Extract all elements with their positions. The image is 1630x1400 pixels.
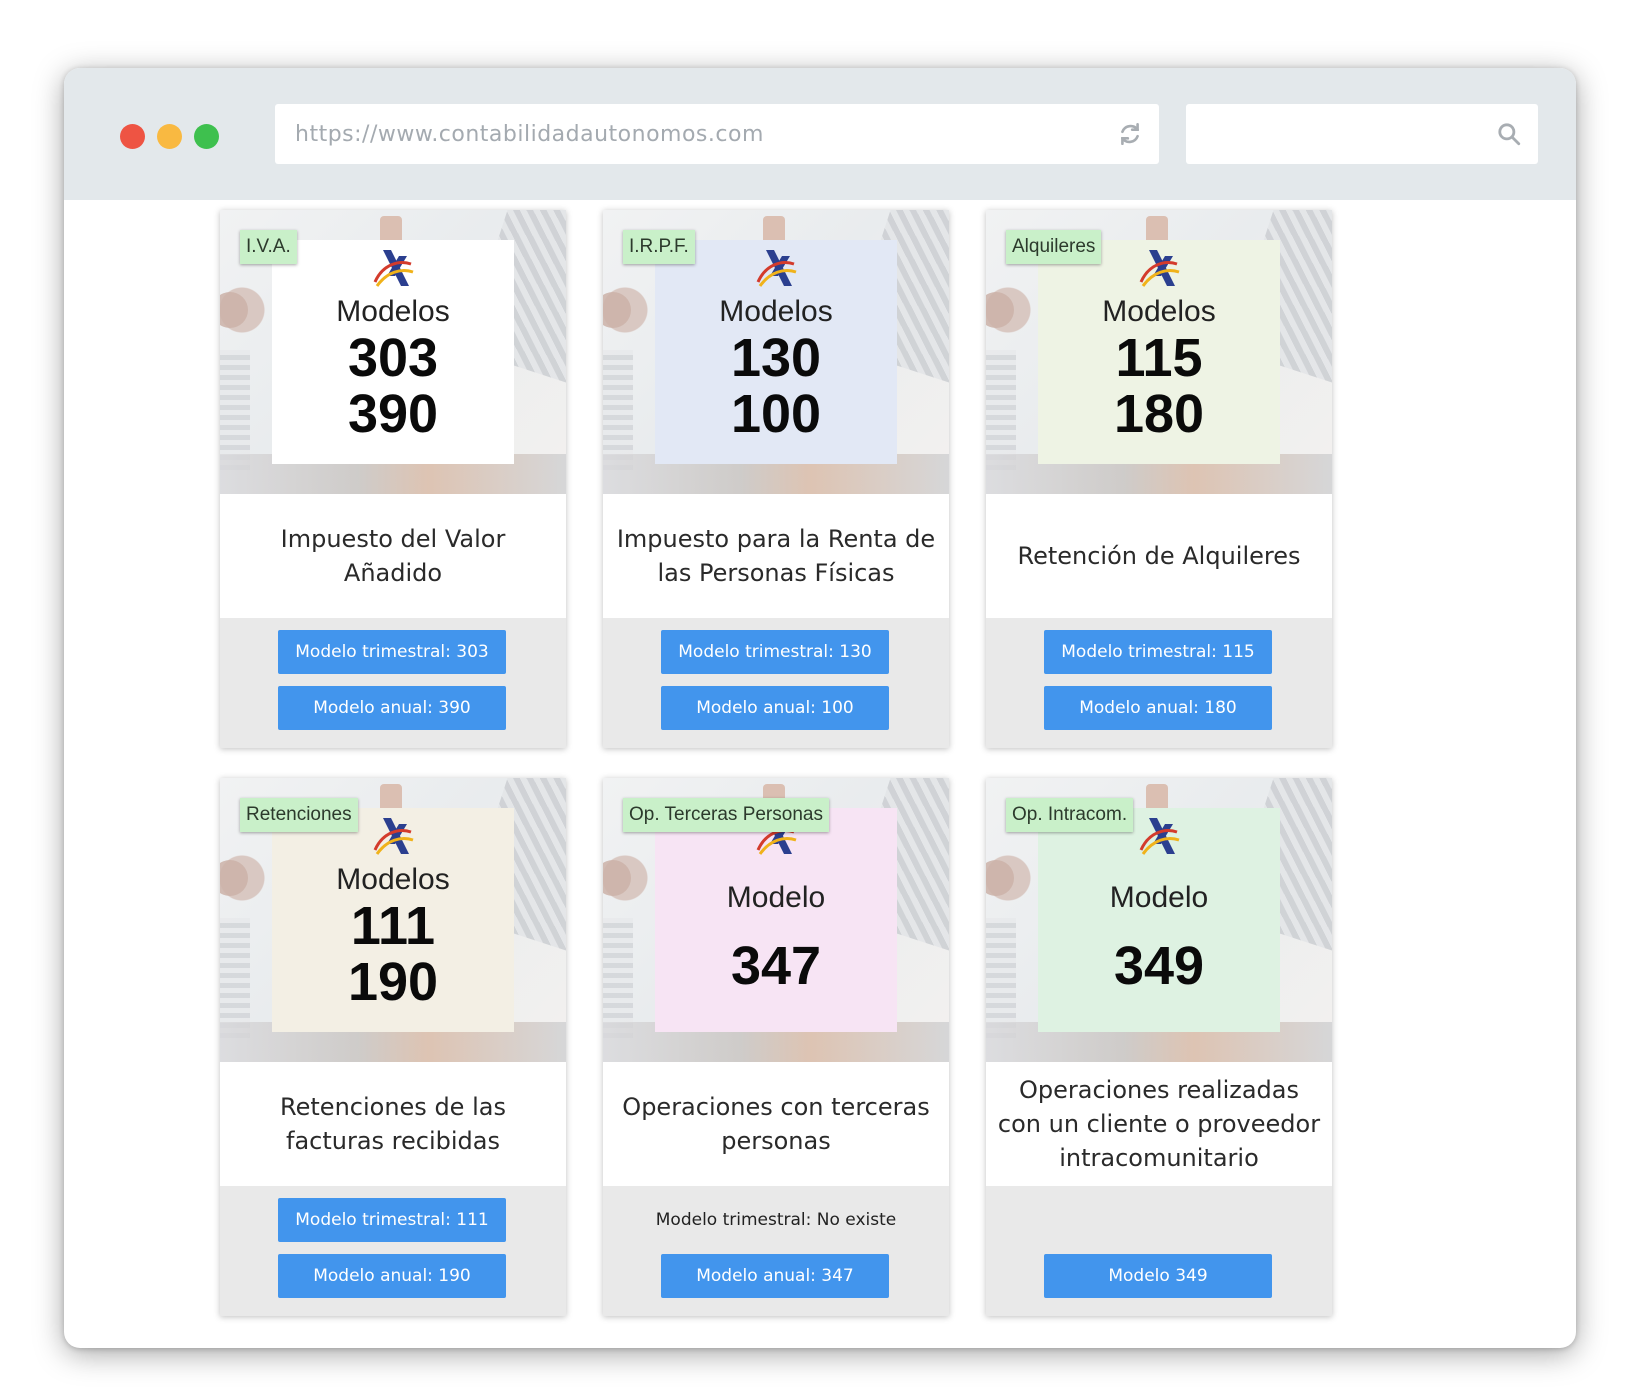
quarterly-model-note: Modelo trimestral: No existe: [655, 1210, 897, 1230]
cup-image: [986, 292, 1014, 328]
model-number: 190: [347, 952, 439, 1012]
card-actions: Modelo trimestral: 115 Modelo anual: 180: [986, 618, 1332, 748]
poster-title: Modelos: [336, 863, 450, 896]
poster-title: Modelo: [726, 881, 826, 914]
card-terceras-personas: Modelo 347 Op. Terceras Personas Operaci…: [603, 778, 949, 1316]
cup-image: [220, 860, 248, 896]
maximize-window-button[interactable]: [194, 124, 219, 149]
browser-toolbar: https://www.contabilidadautonomos.com: [64, 68, 1576, 200]
card-description: Impuesto para la Renta de las Personas F…: [616, 525, 936, 587]
card-irpf: Modelos 130 100 I.R.P.F. Impuesto para l…: [603, 210, 949, 748]
card-description: Impuesto del Valor Añadido: [280, 525, 506, 587]
card-actions: Modelo trimestral: 303 Modelo anual: 390: [220, 618, 566, 748]
poster-title: Modelos: [719, 295, 833, 328]
annual-model-button[interactable]: Modelo anual: 190: [278, 1254, 506, 1298]
url-text[interactable]: https://www.contabilidadautonomos.com: [295, 122, 1117, 147]
card-actions: Modelo trimestral: 111 Modelo anual: 190: [220, 1186, 566, 1316]
refresh-icon[interactable]: [1117, 121, 1143, 147]
quarterly-model-button[interactable]: Modelo trimestral: 115: [1044, 630, 1272, 674]
category-tag: I.R.P.F.: [623, 230, 695, 264]
search-icon[interactable]: [1496, 121, 1522, 147]
agencia-tributaria-logo-icon: [1139, 818, 1180, 855]
notebook-image: [603, 350, 633, 470]
card-actions: Modelo trimestral: 130 Modelo anual: 100: [603, 618, 949, 748]
notebook-image: [986, 918, 1016, 1038]
category-tag: Retenciones: [240, 798, 358, 832]
model-poster: Modelo 349: [1038, 808, 1280, 1032]
model-poster: Modelos 303 390: [272, 240, 514, 464]
annual-model-button[interactable]: Modelo anual: 100: [661, 686, 889, 730]
poster-title: Modelo: [1109, 881, 1209, 914]
search-input[interactable]: [1186, 104, 1538, 164]
minimize-window-button[interactable]: [157, 124, 182, 149]
notebook-image: [986, 350, 1016, 470]
card-retenciones: Modelos 111 190 Retenciones Retenciones …: [220, 778, 566, 1316]
cup-image: [986, 860, 1014, 896]
category-tag: Op. Terceras Personas: [623, 798, 829, 832]
poster-title: Modelos: [1102, 295, 1216, 328]
model-number: 347: [730, 936, 822, 996]
cup-image: [220, 292, 248, 328]
model-number: 180: [1113, 384, 1205, 444]
quarterly-model-button[interactable]: Modelo trimestral: 130: [661, 630, 889, 674]
annual-model-button[interactable]: Modelo anual: 347: [661, 1254, 889, 1298]
card-image: Modelo 347 Op. Terceras Personas: [603, 778, 949, 1062]
model-number: 130: [730, 328, 822, 388]
model-349-button[interactable]: Modelo 349: [1044, 1254, 1272, 1298]
notebook-image: [220, 918, 250, 1038]
category-tag: Alquileres: [1006, 230, 1102, 264]
card-image: Modelos 115 180 Alquileres: [986, 210, 1332, 494]
model-number: 390: [347, 384, 439, 444]
model-poster: Modelos 130 100: [655, 240, 897, 464]
notebook-image: [220, 350, 250, 470]
card-iva: Modelos 303 390 I.V.A. Impuesto del Valo…: [220, 210, 566, 748]
model-number: 303: [347, 328, 439, 388]
card-description: Retención de Alquileres: [1017, 542, 1301, 570]
category-tag: I.V.A.: [240, 230, 297, 264]
card-image: Modelos 111 190 Retenciones: [220, 778, 566, 1062]
card-image: Modelo 349 Op. Intracom.: [986, 778, 1332, 1062]
model-number: 111: [350, 896, 436, 956]
agencia-tributaria-logo-icon: [373, 818, 414, 855]
card-actions: Modelo trimestral: No existe Modelo anua…: [603, 1186, 949, 1316]
card-intracom: Modelo 349 Op. Intracom. Operaciones rea…: [986, 778, 1332, 1316]
page-content: Modelos 303 390 I.V.A. Impuesto del Valo…: [64, 200, 1576, 1348]
cup-image: [603, 292, 631, 328]
browser-window: https://www.contabilidadautonomos.com Mo…: [64, 68, 1576, 1348]
agencia-tributaria-logo-icon: [373, 250, 414, 287]
model-poster: Modelos 115 180: [1038, 240, 1280, 464]
card-description: Operaciones realizadas con un cliente o …: [997, 1076, 1321, 1172]
card-actions: Modelo 349: [986, 1186, 1332, 1316]
agencia-tributaria-logo-icon: [756, 250, 797, 287]
address-bar[interactable]: https://www.contabilidadautonomos.com: [275, 104, 1159, 164]
notebook-image: [603, 918, 633, 1038]
agencia-tributaria-logo-icon: [1139, 250, 1180, 287]
card-image: Modelos 130 100 I.R.P.F.: [603, 210, 949, 494]
card-alquileres: Modelos 115 180 Alquileres Retención de …: [986, 210, 1332, 748]
annual-model-button[interactable]: Modelo anual: 180: [1044, 686, 1272, 730]
card-image: Modelos 303 390 I.V.A.: [220, 210, 566, 494]
card-description: Operaciones con terceras personas: [622, 1093, 930, 1155]
poster-title: Modelos: [336, 295, 450, 328]
quarterly-model-button[interactable]: Modelo trimestral: 303: [278, 630, 506, 674]
model-number: 349: [1113, 936, 1205, 996]
model-number: 115: [1115, 328, 1203, 388]
model-poster: Modelo 347: [655, 808, 897, 1032]
category-tag: Op. Intracom.: [1006, 798, 1134, 832]
quarterly-model-button[interactable]: Modelo trimestral: 111: [278, 1198, 506, 1242]
annual-model-button[interactable]: Modelo anual: 390: [278, 686, 506, 730]
cup-image: [603, 860, 631, 896]
card-description: Retenciones de las facturas recibidas: [280, 1093, 506, 1155]
model-poster: Modelos 111 190: [272, 808, 514, 1032]
close-window-button[interactable]: [120, 124, 145, 149]
model-number: 100: [730, 384, 822, 444]
